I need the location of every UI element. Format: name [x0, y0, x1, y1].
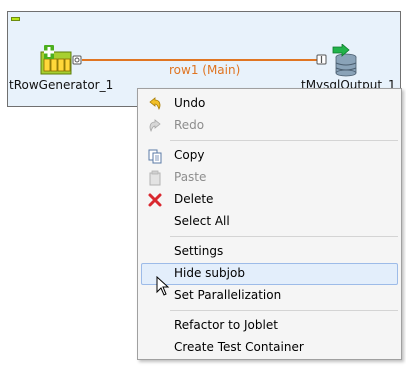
context-menu: Undo Redo Copy Paste Delete Select All S…: [137, 88, 402, 360]
menu-item-undo[interactable]: Undo: [141, 93, 398, 115]
delete-icon: [148, 193, 162, 207]
menu-item-copy[interactable]: Copy: [141, 145, 398, 167]
menu-item-hide-subjob[interactable]: Hide subjob: [141, 263, 398, 285]
menu-item-label: Select All: [174, 214, 230, 228]
mouse-cursor-icon: [156, 276, 170, 296]
copy-icon: [148, 149, 162, 164]
menu-item-label: Copy: [174, 148, 205, 162]
menu-separator: [170, 236, 398, 237]
menu-item-label: Redo: [174, 118, 205, 132]
menu-item-label: Set Parallelization: [174, 288, 282, 302]
menu-item-label: Paste: [174, 170, 207, 184]
menu-item-select-all[interactable]: Select All: [141, 211, 398, 233]
paste-icon: [149, 170, 161, 186]
menu-separator: [170, 310, 398, 311]
menu-item-redo[interactable]: Redo: [141, 115, 398, 137]
menu-item-create-test-container[interactable]: Create Test Container: [141, 337, 398, 359]
menu-item-paste[interactable]: Paste: [141, 167, 398, 189]
connection-label[interactable]: row1 (Main): [169, 63, 240, 77]
menu-item-refactor-to-joblet[interactable]: Refactor to Joblet: [141, 315, 398, 337]
menu-item-label: Settings: [174, 244, 224, 258]
menu-item-set-parallelization[interactable]: Set Parallelization: [141, 285, 398, 307]
row-generator-icon[interactable]: [40, 44, 82, 76]
mysql-output-icon[interactable]: [316, 44, 362, 78]
menu-item-settings[interactable]: Settings: [141, 241, 398, 263]
component-label-row-generator[interactable]: tRowGenerator_1: [9, 78, 113, 92]
menu-item-label: Delete: [174, 192, 214, 206]
menu-item-label: Hide subjob: [174, 266, 245, 280]
menu-item-delete[interactable]: Delete: [141, 189, 398, 211]
menu-item-label: Undo: [174, 96, 206, 110]
menu-separator: [170, 140, 398, 141]
undo-icon: [149, 97, 161, 111]
redo-icon: [149, 119, 161, 133]
menu-item-label: Refactor to Joblet: [174, 318, 278, 332]
menu-item-label: Create Test Container: [174, 340, 304, 354]
